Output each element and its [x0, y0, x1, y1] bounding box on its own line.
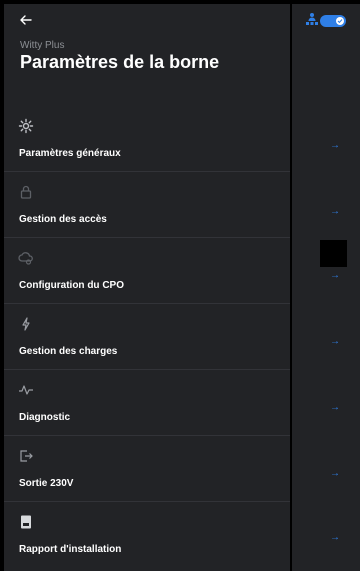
menu-item-label: Paramètres généraux [19, 148, 121, 159]
row-arrow-1[interactable]: → [330, 206, 340, 217]
menu-item-gestion-des-acces[interactable]: Gestion des accès [4, 172, 290, 238]
page-title: Paramètres de la borne [20, 52, 220, 72]
row-arrow-2[interactable]: → [330, 270, 340, 281]
menu-item-label: Gestion des charges [19, 346, 118, 357]
device-name: Witty Plus [20, 40, 65, 51]
menu-item-parametres-generaux[interactable]: Paramètres généraux [4, 106, 290, 172]
menu-item-sortie-230v[interactable]: Sortie 230V [4, 436, 290, 502]
lightning-icon [22, 317, 30, 331]
arrow-left-icon [20, 15, 32, 25]
row-arrow-0[interactable]: → [330, 140, 340, 151]
menu-item-label: Gestion des accès [19, 214, 107, 225]
back-button[interactable] [20, 12, 32, 28]
status-toggle[interactable] [320, 15, 346, 27]
output-icon [20, 450, 33, 462]
row-arrow-4[interactable]: → [330, 402, 340, 413]
menu-item-label: Rapport d'installation [19, 544, 122, 555]
cloud-settings-icon [18, 252, 33, 265]
row-arrow-5[interactable]: → [330, 468, 340, 479]
user-network-icon [305, 12, 319, 31]
menu-item-label: Diagnostic [19, 412, 71, 423]
menu-item-rapport-installation[interactable]: Rapport d'installation [4, 502, 290, 567]
check-icon [336, 17, 344, 25]
menu-item-label: Configuration du CPO [19, 280, 124, 291]
document-icon [21, 515, 31, 529]
row-arrow-3[interactable]: → [330, 336, 340, 347]
menu-item-label: Sortie 230V [19, 478, 74, 489]
gear-icon [18, 118, 34, 134]
overlay-square [320, 240, 347, 267]
status-column [292, 4, 360, 571]
row-arrow-6[interactable]: → [330, 532, 340, 543]
pulse-icon [19, 385, 33, 395]
menu-item-configuration-cpo[interactable]: Configuration du CPO [4, 238, 290, 304]
lock-icon [20, 185, 32, 199]
menu-item-gestion-des-charges[interactable]: Gestion des charges [4, 304, 290, 370]
menu-item-diagnostic[interactable]: Diagnostic [4, 370, 290, 436]
